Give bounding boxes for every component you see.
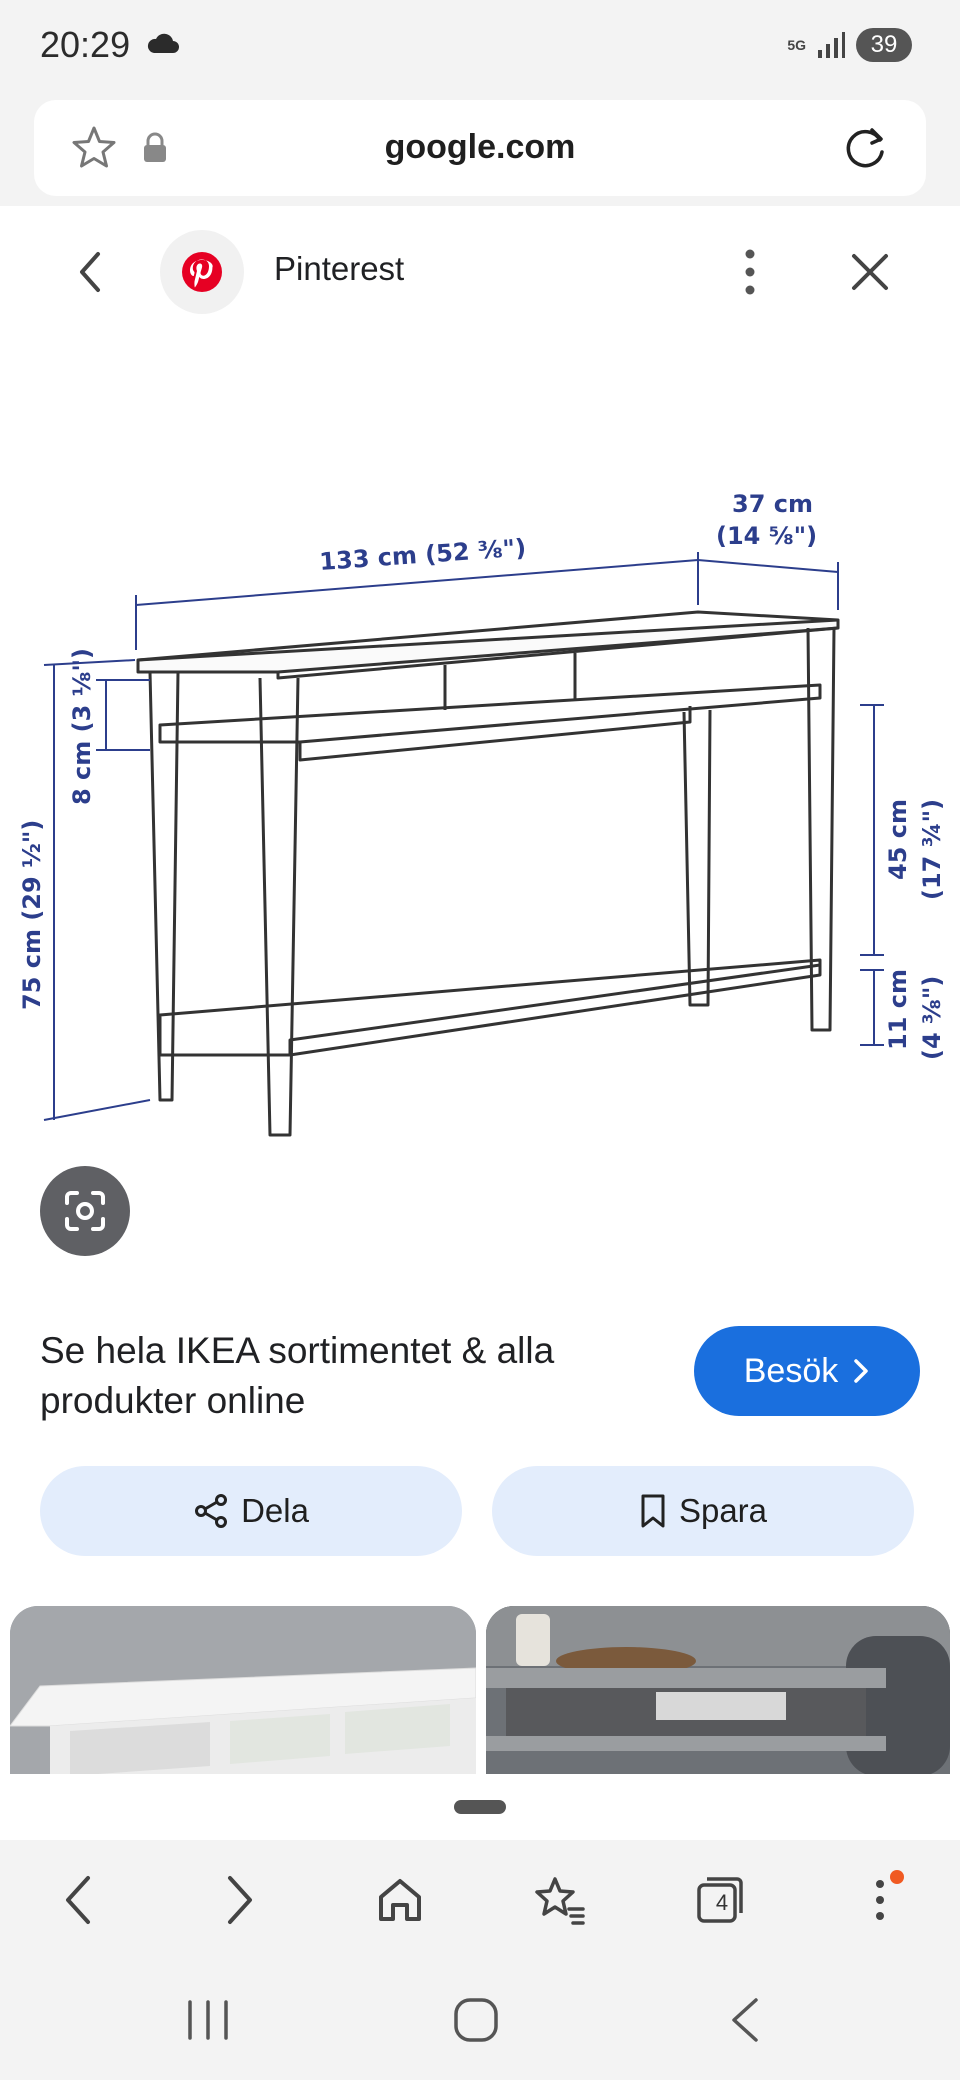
browser-toolbar: google.com (0, 96, 960, 206)
nav-tabs-button[interactable]: 4 (690, 1870, 750, 1930)
network-type: 5G (787, 37, 806, 53)
product-image[interactable]: 133 cm (52 ⅜") 37 cm (14 ⅝") 8 cm (3 ⅛")… (0, 460, 960, 1140)
back-arrow-icon (66, 1876, 90, 1924)
dimension-shelf-gap-in-label: (17 ¾") (918, 799, 946, 900)
browser-nav-bar: 4 (0, 1840, 960, 1960)
status-time: 20:29 (40, 24, 131, 65)
save-button[interactable]: Spara (492, 1466, 914, 1556)
system-nav-bar (0, 1960, 960, 2080)
battery-indicator: 39 (856, 28, 912, 62)
dimension-shelf-floor-in-label: (4 ⅜") (918, 976, 946, 1060)
visit-button[interactable]: Besök (694, 1326, 920, 1416)
nav-bookmarks-button[interactable] (530, 1870, 590, 1930)
status-bar: 20:29 5G 39 (0, 0, 960, 96)
visit-label: Besök (743, 1351, 839, 1390)
share-label: Dela (241, 1492, 309, 1529)
home-icon (379, 1879, 421, 1921)
recent-apps-icon[interactable] (182, 1994, 234, 2046)
url-bar[interactable]: google.com (34, 100, 926, 196)
nav-back-button[interactable] (48, 1870, 108, 1930)
source-name[interactable]: Pinterest (274, 250, 404, 288)
drag-handle[interactable] (454, 1800, 506, 1814)
bookmark-icon (641, 1494, 665, 1528)
save-label: Spara (678, 1492, 768, 1529)
url-domain[interactable]: google.com (34, 128, 926, 167)
reload-icon[interactable] (842, 124, 890, 172)
bookmarks-star-list-icon (535, 1877, 585, 1925)
home-circle-icon[interactable] (450, 1994, 502, 2046)
pinterest-logo[interactable] (160, 230, 244, 314)
signal-icon (818, 32, 845, 58)
close-icon[interactable] (848, 250, 892, 294)
cloud-icon (147, 33, 179, 53)
related-image-1[interactable] (10, 1606, 476, 1776)
share-icon (195, 1494, 228, 1528)
nav-forward-button[interactable] (210, 1870, 270, 1930)
nav-home-button[interactable] (370, 1870, 430, 1930)
lens-search-button[interactable] (40, 1166, 130, 1256)
dimension-depth-in-label: (14 ⅝") (716, 522, 817, 550)
result-title[interactable]: Se hela IKEA sortimentet & alla produkte… (40, 1326, 640, 1426)
dimension-shelf-floor-cm-label: 11 cm (884, 969, 912, 1050)
menu-kebab-icon (876, 1880, 884, 1920)
dimension-width-label: 133 cm (52 ⅜") (318, 534, 527, 576)
share-button[interactable]: Dela (40, 1466, 462, 1556)
dimension-height-label: 75 cm (29 ½") (18, 820, 46, 1010)
system-back-icon[interactable] (720, 1994, 772, 2046)
pinterest-icon (182, 252, 222, 292)
back-chevron-icon[interactable] (70, 248, 110, 296)
notification-dot (890, 1870, 904, 1884)
google-lens-icon (65, 1191, 105, 1231)
source-header: Pinterest (0, 206, 960, 336)
more-options-icon[interactable] (736, 244, 764, 300)
grey-console-table-image (486, 1606, 950, 1776)
status-indicators: 5G 39 (787, 28, 912, 62)
dimension-shelf-gap-cm-label: 45 cm (884, 799, 912, 880)
chevron-right-icon (854, 1359, 868, 1383)
forward-arrow-icon (228, 1876, 252, 1924)
dimension-drawer-label: 8 cm (3 ⅛") (68, 648, 96, 805)
dimension-depth-cm-label: 37 cm (732, 490, 813, 518)
tab-count: 4 (715, 1890, 729, 1915)
white-console-table-image (10, 1606, 476, 1776)
nav-menu-button[interactable] (850, 1870, 910, 1930)
related-image-2[interactable] (486, 1606, 950, 1776)
sheet-handle-area[interactable] (0, 1774, 960, 1840)
